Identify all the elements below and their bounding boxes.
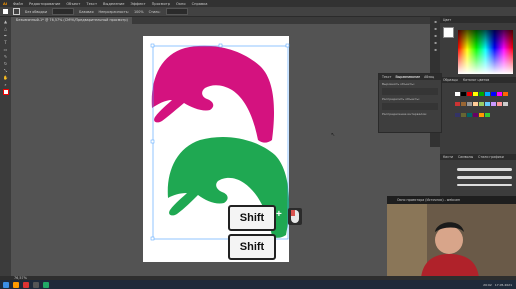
panel-icon[interactable]: ▪ <box>433 47 438 52</box>
distribute-buttons-row[interactable] <box>382 103 438 110</box>
selection-handle[interactable] <box>150 43 155 48</box>
brush-stroke[interactable] <box>457 168 512 171</box>
selection-handle[interactable] <box>285 43 290 48</box>
swatch[interactable] <box>503 102 508 107</box>
tab-align[interactable]: Выравнивание <box>395 75 420 79</box>
swatch[interactable] <box>491 92 496 96</box>
swatch[interactable] <box>479 102 484 107</box>
guide-panel-tabs: Образцы Каталог цветов <box>440 77 516 83</box>
keystroke-shift-key: Shift <box>228 205 276 231</box>
swatch[interactable] <box>467 102 472 107</box>
mouse-glyph <box>291 210 299 223</box>
swatch[interactable] <box>461 102 466 107</box>
panel-icon[interactable]: ▪ <box>433 19 438 24</box>
swatch[interactable] <box>473 112 478 117</box>
taskbar-app-icon[interactable] <box>33 281 39 288</box>
swatch[interactable] <box>461 112 466 117</box>
tab-symbols[interactable]: Символы <box>458 155 473 159</box>
fill-stroke-indicator[interactable] <box>443 27 454 38</box>
panel-icon[interactable]: ▪ <box>433 40 438 45</box>
webcam-window: Окно проектора (Источник) - webcam <box>387 196 516 278</box>
mouse-icon <box>288 208 302 225</box>
webcam-image <box>387 204 516 278</box>
taskbar-app-icon[interactable] <box>23 281 29 288</box>
swatch[interactable] <box>467 92 472 96</box>
selection-handle[interactable] <box>150 236 155 241</box>
swatch[interactable] <box>479 112 484 117</box>
brush-stroke[interactable] <box>457 184 512 186</box>
keystroke-plus: + <box>276 209 282 220</box>
taskbar-app-icon[interactable] <box>43 281 49 288</box>
swatch[interactable] <box>467 112 472 117</box>
taskbar-date: 17.05.2021 <box>494 282 512 287</box>
keystroke-shift-key-2: Shift <box>228 234 276 260</box>
color-panel-tab[interactable]: Цвет <box>440 17 516 23</box>
swatch[interactable] <box>455 112 460 117</box>
start-icon[interactable] <box>3 281 9 288</box>
taskbar: 20:02 17.05.2021 <box>0 280 516 289</box>
swatch[interactable] <box>485 102 490 107</box>
brushes-panel <box>453 160 516 200</box>
webcam-title: Окно проектора (Источник) - webcam <box>387 196 516 204</box>
panel-icon[interactable]: ▪ <box>433 33 438 38</box>
tab-color-guide[interactable]: Каталог цветов <box>463 78 489 82</box>
color-spectrum-shade <box>458 30 513 74</box>
swatch[interactable] <box>479 92 484 96</box>
selection-handle[interactable] <box>218 43 223 48</box>
tab-swatches[interactable]: Образцы <box>443 78 458 82</box>
align-panel-tabs: Текст Выравнивание Абзац <box>379 74 441 80</box>
swatches-grid <box>455 92 513 122</box>
swatch[interactable] <box>455 102 460 107</box>
swatch[interactable] <box>485 112 490 117</box>
taskbar-time: 20:02 <box>483 282 492 287</box>
swatch[interactable] <box>461 92 466 96</box>
swatch[interactable] <box>497 102 502 107</box>
swatch[interactable] <box>485 92 490 96</box>
swatch[interactable] <box>473 92 478 96</box>
cursor-icon: ↖ <box>331 132 336 138</box>
taskbar-app-icon[interactable] <box>13 281 19 288</box>
panel-icon[interactable]: ▪ <box>433 26 438 31</box>
swatch[interactable] <box>491 102 496 107</box>
swatch[interactable] <box>455 92 460 96</box>
tab-paragraph[interactable]: Абзац <box>424 75 434 79</box>
tab-brushes[interactable]: Кисти <box>443 155 453 159</box>
align-buttons-row[interactable] <box>382 88 438 95</box>
align-panel: Текст Выравнивание Абзац Выровнять объек… <box>378 73 442 133</box>
tab-character[interactable]: Текст <box>382 75 391 79</box>
swatch[interactable] <box>497 92 502 96</box>
tab-graphic-styles[interactable]: Стили графики <box>478 155 504 159</box>
selection-handle[interactable] <box>150 139 155 144</box>
distribute-spacing-label: Распределение интервалов: <box>382 112 427 116</box>
swatch[interactable] <box>503 92 508 96</box>
swatch[interactable] <box>473 102 478 107</box>
brush-stroke[interactable] <box>457 176 512 179</box>
align-objects-label: Выровнять объекты: <box>382 82 415 86</box>
magenta-shape[interactable] <box>151 45 275 143</box>
distribute-objects-label: Распределить объекты: <box>382 97 420 101</box>
